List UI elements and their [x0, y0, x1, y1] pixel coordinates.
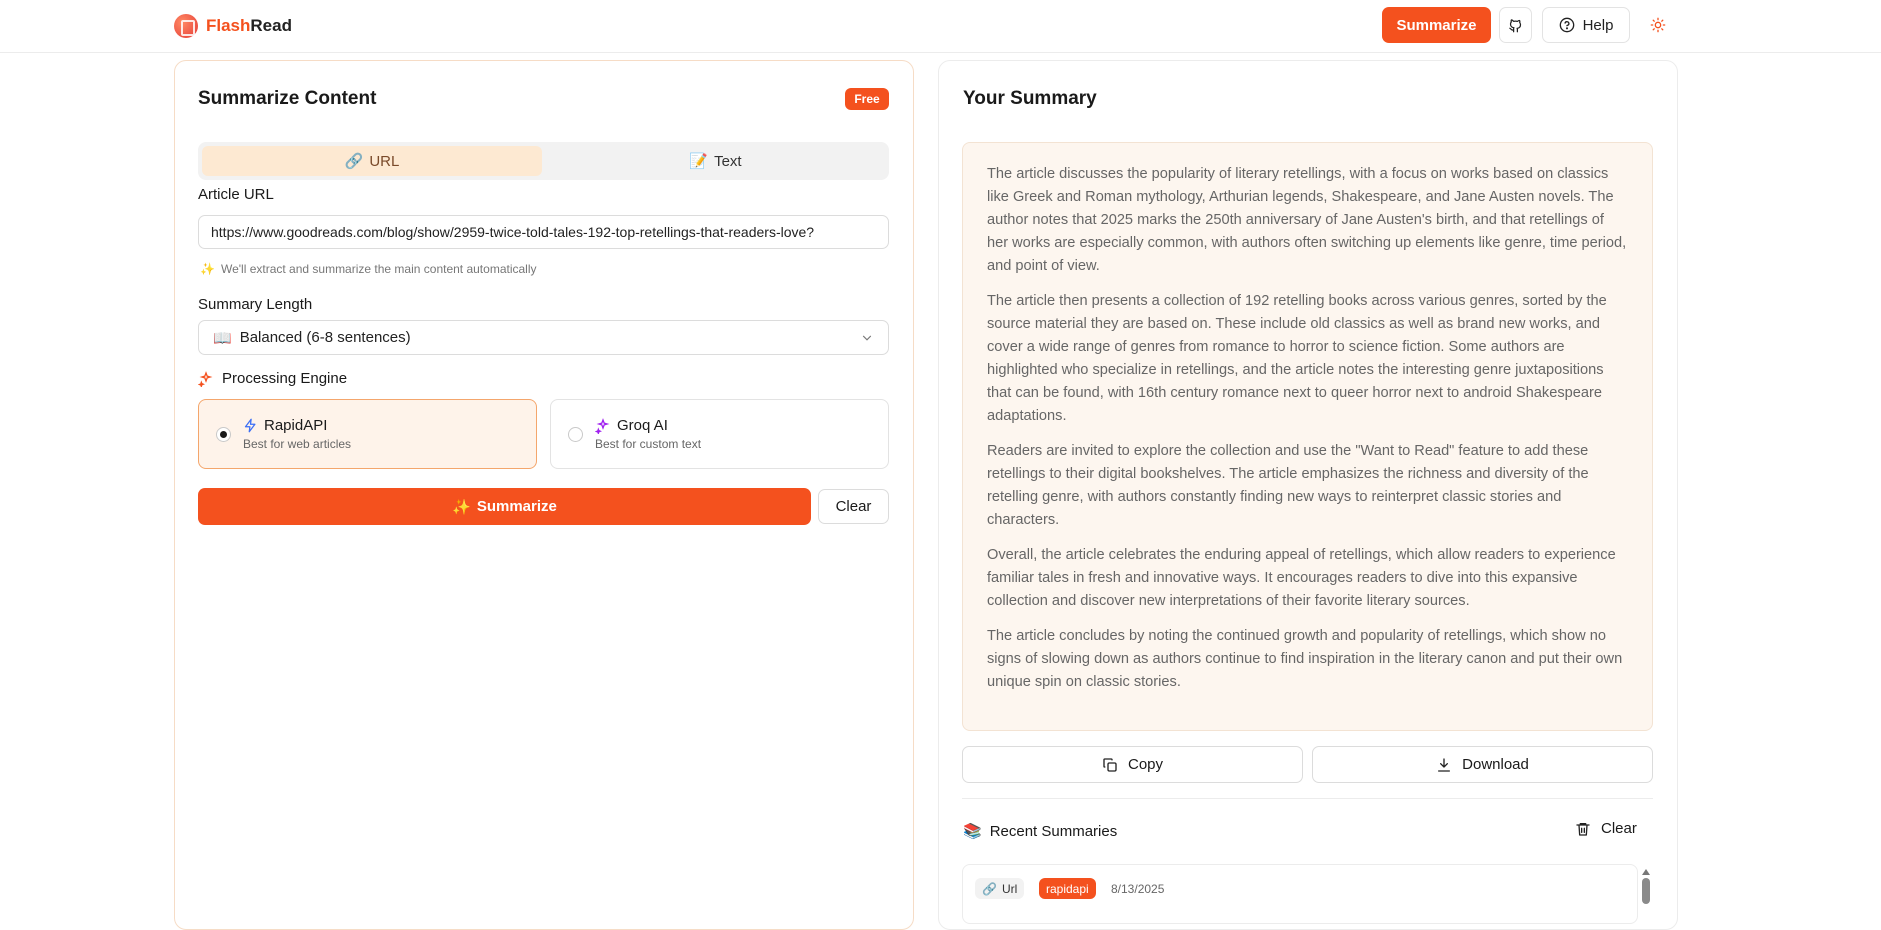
book-logo-icon: [174, 14, 198, 38]
download-button[interactable]: Download: [1312, 746, 1653, 783]
article-url-label: Article URL: [198, 186, 274, 203]
summary-date: 8/13/2025: [1111, 882, 1165, 896]
processing-engine-heading: Processing Engine: [198, 370, 347, 387]
rapidapi-name: RapidAPI: [264, 417, 328, 434]
link-icon: 🔗: [344, 153, 364, 170]
recent-summaries-heading: 📚 Recent Summaries: [963, 822, 1118, 841]
chevron-down-icon: [862, 335, 872, 341]
github-icon: [1509, 18, 1522, 32]
clear-history-label: Clear: [1601, 820, 1637, 837]
processing-engine-label: Processing Engine: [222, 370, 348, 387]
brand-name: FlashRead: [206, 16, 292, 36]
copy-button[interactable]: Copy: [962, 746, 1303, 783]
memo-icon: 📝: [689, 153, 709, 170]
rapidapi-desc: Best for web articles: [243, 437, 352, 451]
clear-button[interactable]: Clear: [818, 489, 889, 524]
books-icon: 📚: [963, 823, 982, 840]
summary-text-box: The article discusses the popularity of …: [962, 142, 1653, 731]
brand-name-part1: Flash: [206, 16, 251, 35]
rapidapi-radio[interactable]: [216, 427, 231, 442]
engine-option-groq[interactable]: Groq AI Best for custom text: [550, 399, 889, 469]
rapidapi-title: RapidAPI: [243, 417, 327, 434]
brand[interactable]: FlashRead: [174, 14, 292, 38]
recent-scrollbar[interactable]: [1641, 866, 1651, 906]
tab-text[interactable]: 📝 Text: [546, 146, 885, 176]
summary-paragraph: The article then presents a collection o…: [987, 293, 1607, 424]
summary-paragraph: The article discusses the popularity of …: [987, 166, 1627, 274]
sparkles-purple-icon: [595, 417, 610, 434]
tab-text-label: Text: [714, 152, 742, 170]
clear-history-button[interactable]: Clear: [1575, 820, 1637, 837]
recent-summary-item[interactable]: 🔗 Url rapidapi 8/13/2025: [962, 864, 1638, 924]
github-button[interactable]: [1499, 7, 1532, 43]
summarize-button-label: Summarize: [476, 498, 557, 515]
divider: [962, 798, 1653, 799]
tab-url-label: URL: [369, 152, 400, 170]
header-summarize-button[interactable]: Summarize: [1382, 7, 1491, 43]
sun-icon: [1650, 17, 1666, 33]
summary-length-label: Summary Length: [198, 296, 313, 313]
summary-paragraph: Overall, the article celebrates the endu…: [987, 547, 1616, 609]
groq-desc: Best for custom text: [595, 437, 702, 451]
your-summary-title: Your Summary: [963, 88, 1097, 109]
help-button[interactable]: Help: [1542, 7, 1630, 43]
download-icon: [1438, 757, 1451, 772]
summary-paragraph: Readers are invited to explore the colle…: [987, 443, 1589, 528]
type-tag: 🔗 Url: [975, 878, 1025, 899]
help-circle-icon: [1559, 17, 1574, 33]
summary-length-select[interactable]: 📖 Balanced (6-8 sentences): [198, 320, 889, 355]
brand-name-part2: Read: [250, 16, 292, 35]
url-hint: ✨ We'll extract and summarize the main c…: [200, 262, 537, 276]
summarize-button[interactable]: ✨ Summarize: [198, 488, 811, 525]
summary-paragraph: The article concludes by noting the cont…: [987, 628, 1623, 690]
input-mode-tabs: 🔗 URL 📝 Text: [198, 142, 889, 180]
engine-option-rapidapi[interactable]: RapidAPI Best for web articles: [198, 399, 537, 469]
download-button-label: Download: [1462, 756, 1529, 773]
free-badge: Free: [845, 88, 889, 110]
summary-length-value: Balanced (6-8 sentences): [239, 329, 411, 346]
top-bar: FlashRead Summarize Help: [0, 0, 1881, 53]
copy-icon: [1103, 757, 1117, 772]
copy-button-label: Copy: [1127, 756, 1164, 773]
help-button-label: Help: [1582, 16, 1614, 34]
groq-radio[interactable]: [568, 427, 583, 442]
article-url-input[interactable]: https://www.goodreads.com/blog/show/2959…: [198, 215, 889, 249]
article-url-value: https://www.goodreads.com/blog/show/2959…: [211, 224, 815, 240]
tab-url[interactable]: 🔗 URL: [202, 146, 542, 176]
theme-toggle[interactable]: [1648, 15, 1668, 35]
scroll-thumb[interactable]: [1642, 878, 1650, 904]
groq-title: Groq AI: [595, 417, 668, 434]
scroll-up-arrow-icon[interactable]: [1642, 869, 1650, 875]
type-tag-label: Url: [1001, 881, 1018, 896]
groq-name: Groq AI: [617, 417, 668, 434]
sparkles-engine-icon: [198, 370, 213, 387]
open-book-icon: 📖: [213, 329, 232, 347]
summarize-content-title: Summarize Content: [198, 88, 377, 109]
sparkles-icon: ✨: [200, 262, 215, 276]
link-icon: 🔗: [982, 881, 997, 896]
lightning-icon: [244, 418, 256, 433]
summarize-sparkles-icon: ✨: [452, 498, 471, 516]
engine-tag: rapidapi: [1039, 878, 1096, 899]
recent-summaries-label: Recent Summaries: [989, 822, 1118, 840]
url-hint-text: We'll extract and summarize the main con…: [220, 262, 537, 276]
trash-icon: [1576, 822, 1590, 836]
